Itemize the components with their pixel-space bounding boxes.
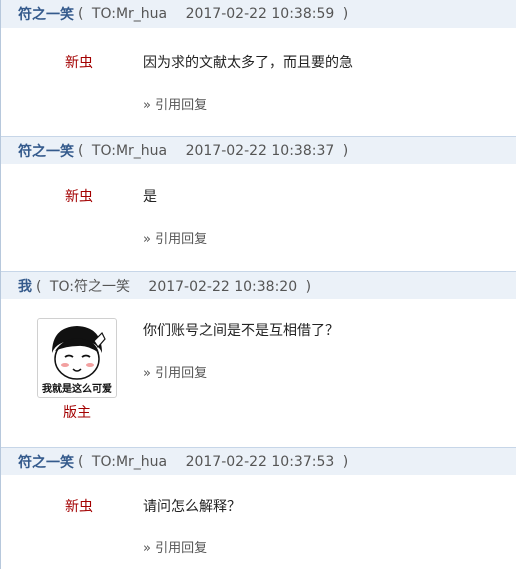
- quote-reply-link[interactable]: » 引用回复: [143, 537, 207, 556]
- open-paren: (: [36, 278, 42, 295]
- close-paren: ): [342, 453, 349, 470]
- post-item: 符之一笑 ( TO:Mr_hua 2017-02-22 10:38:37 ) 新…: [1, 136, 516, 270]
- avatar-caption: 我就是这么可爱: [42, 384, 112, 395]
- recipient: TO:Mr_hua: [91, 6, 168, 22]
- post-meta: ( TO:Mr_hua 2017-02-22 10:38:59 ): [78, 6, 348, 22]
- post-meta: ( TO:Mr_hua 2017-02-22 10:37:53 ): [78, 454, 348, 470]
- post-header: 符之一笑 ( TO:Mr_hua 2017-02-22 10:38:59 ): [1, 0, 516, 28]
- author-name[interactable]: 我: [18, 276, 32, 296]
- post-header: 符之一笑 ( TO:Mr_hua 2017-02-22 10:38:37 ): [1, 136, 516, 164]
- post-item: 符之一笑 ( TO:Mr_hua 2017-02-22 10:37:53 ) 新…: [1, 447, 516, 569]
- open-paren: (: [78, 453, 84, 470]
- recipient: TO:Mr_hua: [91, 142, 168, 159]
- timestamp: 2017-02-22 10:37:53: [185, 453, 335, 470]
- timestamp: 2017-02-22 10:38:37: [185, 142, 335, 159]
- message-text: 请问怎么解释？: [143, 499, 241, 515]
- avatar[interactable]: 我就是这么可爱: [37, 318, 117, 398]
- message-text: 因为求的文献太多了，而且要的急: [143, 55, 353, 71]
- user-role: 版主: [63, 405, 91, 421]
- quote-reply-link[interactable]: » 引用回复: [143, 94, 207, 113]
- post-header: 符之一笑 ( TO:Mr_hua 2017-02-22 10:37:53 ): [1, 447, 516, 475]
- timestamp: 2017-02-22 10:38:59: [185, 6, 335, 22]
- quote-reply-link[interactable]: » 引用回复: [143, 228, 207, 247]
- open-paren: (: [78, 6, 84, 22]
- user-role: 新虫: [65, 189, 93, 205]
- close-paren: ): [342, 142, 349, 159]
- user-role: 新虫: [65, 499, 93, 515]
- message-text: 你们账号之间是不是互相借了？: [143, 323, 339, 339]
- author-name[interactable]: 符之一笑: [18, 452, 74, 472]
- close-paren: ): [305, 278, 312, 295]
- author-name[interactable]: 符之一笑: [18, 141, 74, 161]
- recipient: TO:符之一笑: [49, 278, 130, 295]
- post-item: 我 ( TO:符之一笑 2017-02-22 10:38:20 ) 我就是这么可…: [1, 271, 516, 445]
- post-meta: ( TO:符之一笑 2017-02-22 10:38:20 ): [36, 276, 311, 296]
- post-meta: ( TO:Mr_hua 2017-02-22 10:38:37 ): [78, 143, 348, 159]
- timestamp: 2017-02-22 10:38:20: [148, 278, 298, 295]
- message-thread: 符之一笑 ( TO:Mr_hua 2017-02-22 10:38:59 ) 新…: [0, 0, 516, 569]
- quote-reply-link[interactable]: » 引用回复: [143, 362, 207, 381]
- message-text: 是: [143, 189, 157, 205]
- recipient: TO:Mr_hua: [91, 453, 168, 470]
- user-role: 新虫: [65, 55, 93, 71]
- close-paren: ): [342, 6, 349, 22]
- author-name[interactable]: 符之一笑: [18, 4, 74, 24]
- post-header: 我 ( TO:符之一笑 2017-02-22 10:38:20 ): [1, 271, 516, 299]
- open-paren: (: [78, 142, 84, 159]
- post-item: 符之一笑 ( TO:Mr_hua 2017-02-22 10:38:59 ) 新…: [1, 0, 516, 134]
